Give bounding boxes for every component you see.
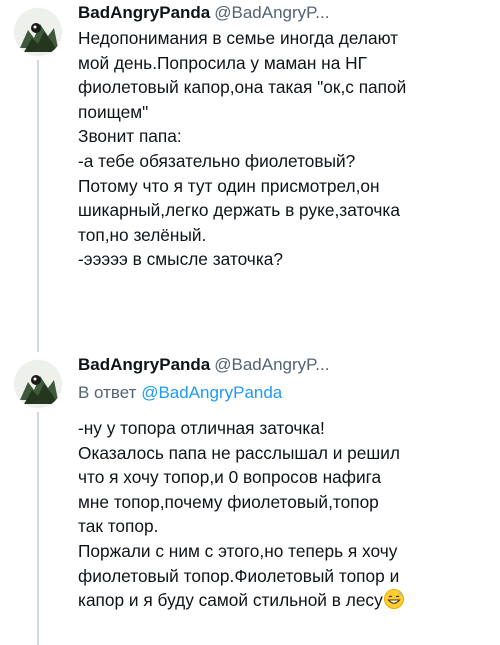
reply-prefix: В ответ xyxy=(78,383,137,402)
tweet-line: Потому что я тут один присмотрел,он xyxy=(78,175,380,196)
tweet-line: шикарный,легко держать в руке,заточка xyxy=(78,200,400,221)
thread-line xyxy=(37,60,39,352)
tweet-line: что я хочу топор,и 0 вопросов нафига xyxy=(78,467,382,488)
tweet-line: Оказалось папа не расслышал и решил xyxy=(78,442,401,463)
tweet-line: фиолетовый топор.Фиолетовый топор и xyxy=(78,565,400,586)
panda-avatar-icon xyxy=(14,8,62,56)
tweet-line: так топор. xyxy=(78,516,159,537)
tweet-line: мой день.Попросила у маман на НГ xyxy=(78,52,367,73)
author-handle[interactable]: @BadAngryP... xyxy=(214,355,329,374)
tweet-line: мне топор,почему фиолетовый,топор xyxy=(78,491,379,512)
author-handle[interactable]: @BadAngryP... xyxy=(214,3,329,22)
tweet-line: фиолетовый капор,она такая "ок,с папой xyxy=(78,77,407,98)
tweet-text: Недопонимания в семье иногда делают мой … xyxy=(78,26,492,272)
thread-line xyxy=(37,412,39,645)
avatar[interactable] xyxy=(14,8,62,56)
tweet-line: топ,но зелёный. xyxy=(78,224,207,245)
tweet-header: BadAngryPanda @BadAngryP... xyxy=(78,354,329,376)
reply-context: В ответ @BadAngryPanda xyxy=(78,382,282,404)
tweet-line: Звонит папа: xyxy=(78,126,182,147)
tweet-header: BadAngryPanda @BadAngryP... xyxy=(78,2,329,24)
avatar[interactable] xyxy=(14,360,62,408)
tweet-text: -ну у топора отличная заточка! Оказалось… xyxy=(78,416,492,613)
reply-mention-link[interactable]: @BadAngryPanda xyxy=(141,383,282,402)
tweet-line: Недопонимания в семье иногда делают xyxy=(78,28,399,48)
tweet-line: -эээээ в смысле заточка? xyxy=(78,249,283,270)
tweet-line: -а тебе обязательно фиолетовый? xyxy=(78,150,356,171)
author-name[interactable]: BadAngryPanda xyxy=(78,355,210,374)
grinning-sweat-emoji-icon xyxy=(383,589,404,610)
tweet-last-line: капор и я буду самой стильной в лесу xyxy=(78,588,492,613)
tweet-line: капор и я буду самой стильной в лесу xyxy=(78,590,383,611)
panda-avatar-icon xyxy=(14,360,62,408)
author-name[interactable]: BadAngryPanda xyxy=(78,3,210,22)
tweet-line: Поржали с ним с этого,но теперь я хочу xyxy=(78,540,398,561)
tweet-line: -ну у топора отличная заточка! xyxy=(78,418,325,438)
tweet-line: поищем" xyxy=(78,101,149,122)
